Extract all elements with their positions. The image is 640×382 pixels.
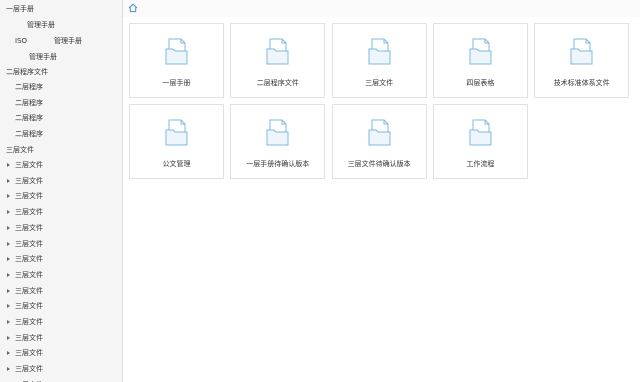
sidebar-item-level3-file[interactable]: 三层文件 <box>0 237 122 252</box>
sidebar-item-level3-file[interactable]: 三层文件 <box>0 346 122 361</box>
folder-document-icon <box>570 38 593 65</box>
sidebar-item-management-manual[interactable]: 管理手册 <box>0 50 122 65</box>
sidebar-item-level3-file[interactable]: 三层文件 <box>0 158 122 173</box>
sidebar-item-level2-procedures[interactable]: 二层程序文件 <box>0 65 122 80</box>
sidebar-item-label: 管理手册 <box>29 53 57 61</box>
sidebar-item-label: ISO <box>15 37 28 45</box>
folder-tile[interactable]: 三层文件 <box>331 23 427 98</box>
caret-right-icon[interactable] <box>7 351 10 356</box>
folder-document-icon <box>266 38 289 65</box>
folder-document-icon <box>469 38 492 65</box>
sidebar-item-level3-file[interactable]: 三层文件 <box>0 174 122 189</box>
sidebar-item-label: 二层程序 <box>15 83 43 91</box>
folder-tile-label: 三层文件待确认版本 <box>347 160 411 168</box>
caret-right-icon[interactable] <box>7 304 10 309</box>
sidebar-item-level3-file[interactable]: 三层文件 <box>0 205 122 220</box>
folder-document-icon <box>469 119 492 146</box>
caret-right-icon[interactable] <box>7 178 10 183</box>
folder-tile-label: 公文管理 <box>162 160 191 168</box>
caret-right-icon[interactable] <box>7 210 10 215</box>
folder-tile-label: 一层手册待确认版本 <box>246 160 310 168</box>
folder-document-icon <box>165 119 188 146</box>
sidebar-item-level3-file[interactable]: 三层文件 <box>0 331 122 346</box>
sidebar-item-level3-file[interactable]: 三层文件 <box>0 221 122 236</box>
sidebar-item-management-manual[interactable]: 管理手册 <box>0 18 122 33</box>
topbar <box>123 0 640 18</box>
sidebar-item-label: 三层文件 <box>15 161 43 169</box>
caret-right-icon[interactable] <box>7 225 10 230</box>
sidebar-item-level3-file[interactable]: 三层文件 <box>0 299 122 314</box>
sidebar-item-label: 三层文件 <box>15 333 43 342</box>
sidebar-item-label: 三层文件 <box>15 223 43 232</box>
sidebar-item-level3-file[interactable]: 三层文件 <box>0 189 122 204</box>
folder-tile-label: 四层表格 <box>466 79 495 87</box>
folder-tile-label: 工作流程 <box>466 160 495 168</box>
sidebar-item-label: 三层文件 <box>15 378 43 382</box>
sidebar-item-iso[interactable]: ISO <box>0 34 40 49</box>
sidebar-item-label: 二层程序 <box>15 130 43 138</box>
sidebar-item-label: 三层文件 <box>15 239 43 248</box>
folder-tile[interactable]: 公文管理 <box>129 104 224 179</box>
sidebar-item-label: 二层程序 <box>15 114 43 122</box>
sidebar-item-label: 三层文件 <box>15 302 43 311</box>
sidebar-item-label: 三层文件 <box>15 208 43 217</box>
folder-tile[interactable]: 一层手册 <box>129 23 224 98</box>
sidebar-item-label: 三层文件 <box>15 349 43 358</box>
caret-right-icon[interactable] <box>7 367 10 372</box>
sidebar-item-label: 三层文件 <box>15 176 43 185</box>
folder-tile-label: 一层手册 <box>162 79 191 87</box>
folder-document-icon <box>368 119 391 146</box>
sidebar-item-level3-file[interactable]: 三层文件 <box>0 284 122 299</box>
folder-tile[interactable]: 一层手册待确认版本 <box>230 104 326 179</box>
sidebar-item-label: 二层程序文件 <box>6 68 48 76</box>
folder-tile-label: 三层文件 <box>365 79 394 87</box>
folder-tile[interactable]: 工作流程 <box>432 104 528 179</box>
sidebar-item-label: 三层文件 <box>15 270 43 279</box>
sidebar-item-level2-procedure[interactable]: 二层程序 <box>0 111 122 126</box>
folder-tile-label: 二层程序文件 <box>256 79 299 87</box>
folder-document-icon <box>368 38 391 65</box>
caret-right-icon[interactable] <box>7 194 10 199</box>
folder-tile[interactable]: 三层文件待确认版本 <box>331 104 427 179</box>
folder-tile[interactable]: 技术标准体系文件 <box>534 23 630 98</box>
caret-right-icon[interactable] <box>7 288 10 293</box>
folder-tile-label: 技术标准体系文件 <box>553 79 610 87</box>
sidebar-item-level3-file[interactable]: 三层文件 <box>0 315 122 330</box>
sidebar-item-label: 三层文件 <box>15 286 43 295</box>
sidebar-item-label: 三层文件 <box>15 255 43 264</box>
folder-document-icon <box>165 38 188 65</box>
main-content: 一层手册 二层程序文件 三层文件 四层表格 技术标准体系文件公文管理 一层手册待确认版本 三… <box>123 17 640 382</box>
caret-right-icon[interactable] <box>7 320 10 324</box>
caret-right-icon[interactable] <box>7 257 10 262</box>
sidebar-item-level2-procedure[interactable]: 二层程序 <box>0 80 122 95</box>
caret-right-icon[interactable] <box>7 272 10 277</box>
folder-tile[interactable]: 四层表格 <box>432 23 528 98</box>
sidebar-item-label: 一层手册 <box>6 5 34 13</box>
folder-document-icon <box>266 119 289 146</box>
sidebar-item-level3-files[interactable]: 三层文件 <box>0 143 122 158</box>
sidebar-item-level3-file[interactable]: 三层文件 <box>0 362 122 377</box>
sidebar-item-level2-procedure[interactable]: 二层程序 <box>0 96 122 111</box>
sidebar: 一层手册 管理手册 ISO 管理手册 管理手册 二层程序文件 二层程序 二层程序… <box>0 0 123 382</box>
sidebar-item-level3-file[interactable]: 三层文件 <box>0 252 122 267</box>
sidebar-item-label: 三层文件 <box>15 192 43 201</box>
sidebar-item-label: 二层程序 <box>15 99 43 107</box>
sidebar-item-label: 管理手册 <box>54 37 82 45</box>
sidebar-item-level1-manual[interactable]: 一层手册 <box>0 2 122 17</box>
home-icon[interactable] <box>128 3 138 13</box>
sidebar-item-level3-file[interactable]: 三层文件 <box>0 378 122 382</box>
sidebar-item-label: 三层文件 <box>15 318 43 326</box>
sidebar-item-label: 管理手册 <box>27 21 55 29</box>
sidebar-item-label: 三层文件 <box>6 146 34 154</box>
folder-tile[interactable]: 二层程序文件 <box>230 23 326 98</box>
sidebar-item-management-manual[interactable]: 管理手册 <box>45 34 122 49</box>
caret-right-icon[interactable] <box>7 335 10 340</box>
sidebar-item-level3-file[interactable]: 三层文件 <box>0 268 122 283</box>
sidebar-item-level2-procedure[interactable]: 二层程序 <box>0 127 122 142</box>
caret-right-icon[interactable] <box>7 241 10 246</box>
caret-right-icon[interactable] <box>7 163 10 167</box>
sidebar-item-label: 三层文件 <box>15 365 43 374</box>
